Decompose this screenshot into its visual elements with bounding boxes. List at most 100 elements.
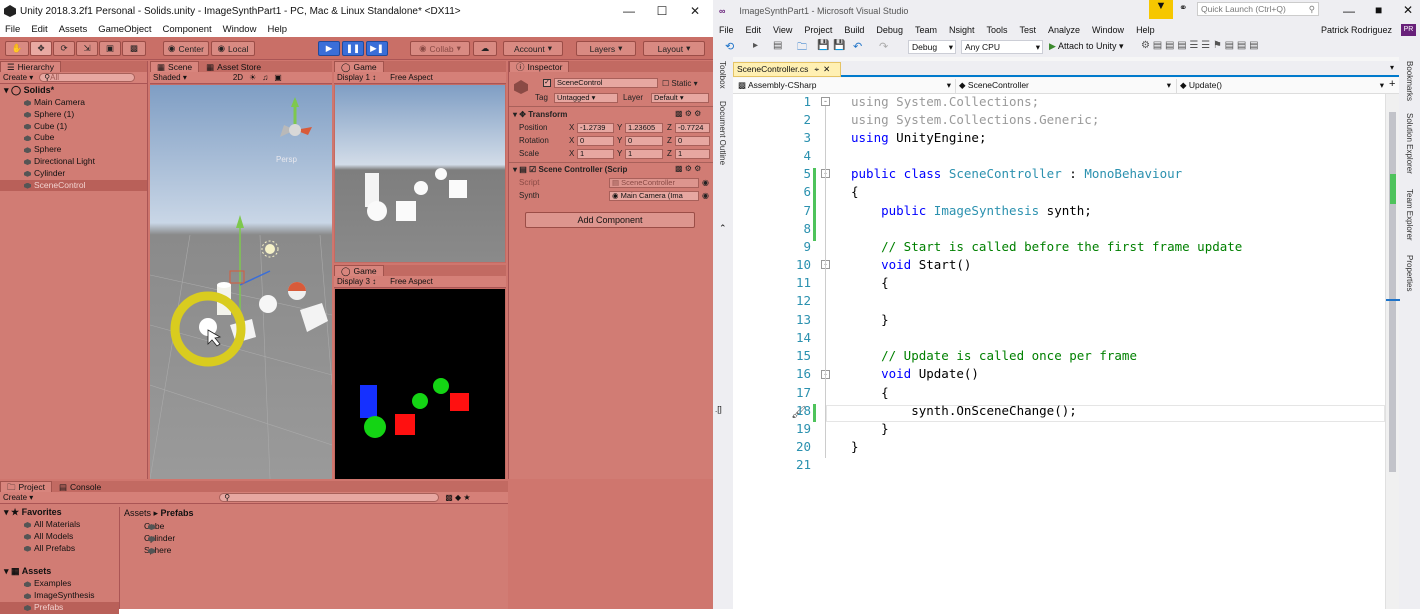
forward-icon[interactable]: ▸ — [753, 40, 758, 51]
split-icon[interactable]: + — [1389, 78, 1395, 90]
maximize-icon[interactable]: ■ — [1375, 3, 1382, 17]
asset-folder[interactable]: Examples — [0, 578, 119, 590]
platform-dropdown[interactable]: Any CPU ▾ — [961, 40, 1043, 54]
audio-icon[interactable]: ♫ — [262, 73, 268, 82]
breadcrumb-root[interactable]: Assets — [124, 508, 151, 518]
pivot-center-button[interactable]: ◉ Center — [163, 41, 209, 56]
bookmarks-tab[interactable]: Bookmarks — [1405, 61, 1414, 101]
asset-folder-selected[interactable]: Prefabs — [0, 601, 119, 614]
menu-gameobject[interactable]: GameObject — [93, 24, 157, 35]
effects-icon[interactable]: ▣ — [274, 73, 282, 82]
sphere-object[interactable] — [259, 295, 277, 313]
shading-dropdown[interactable]: Shaded ▾ — [153, 73, 187, 82]
lighting-icon[interactable]: ☀ — [249, 73, 256, 82]
active-checkbox[interactable]: ✓ — [543, 79, 551, 87]
favorite-item[interactable]: All Models — [0, 531, 119, 543]
hierarchy-item[interactable]: Main Camera — [0, 97, 147, 109]
pause-icon[interactable]: ❚❚ — [342, 41, 364, 56]
new-project-icon[interactable]: ▤ — [773, 40, 782, 51]
tab-project[interactable]: 🗀 Project — [0, 481, 52, 492]
collapse-icon[interactable]: ⌃ — [719, 223, 727, 234]
transform-header[interactable]: ▾ ✥ Transform — [513, 110, 567, 119]
close-icon[interactable]: ✕ — [678, 0, 712, 22]
tab-console[interactable]: ▤ Console — [51, 481, 109, 492]
vs-menu-help[interactable]: Help — [1130, 25, 1161, 35]
minimize-icon[interactable]: — — [1343, 4, 1355, 18]
vertical-scrollbar[interactable] — [1385, 94, 1400, 609]
quick-launch-input[interactable]: Quick Launch (Ctrl+Q) ⚲ — [1197, 2, 1319, 16]
menu-file[interactable]: File — [0, 24, 26, 35]
hierarchy-item[interactable]: Cube — [0, 132, 147, 144]
scale-tool-icon[interactable]: ⇲ — [76, 41, 98, 56]
display-dropdown[interactable]: Display 1 ↕ — [337, 73, 376, 82]
vs-menu-debug[interactable]: Debug — [870, 25, 909, 35]
filter-icons[interactable]: ▩ ◆ ★ — [445, 493, 470, 502]
scene-viewport[interactable]: Persp — [150, 85, 332, 479]
vs-menu-project[interactable]: Project — [798, 25, 838, 35]
vs-menu-window[interactable]: Window — [1086, 25, 1130, 35]
config-dropdown[interactable]: Debug ▾ — [908, 40, 956, 54]
class-dropdown[interactable]: ◆ SceneController ▾ — [955, 79, 1173, 93]
favorite-item[interactable]: All Prefabs — [0, 543, 119, 555]
aspect-dropdown[interactable]: Free Aspect — [390, 73, 433, 82]
filter-icon[interactable]: ▼ — [1149, 0, 1173, 19]
hand-tool-icon[interactable]: ✋ — [5, 41, 29, 56]
save-all-icon[interactable]: 💾 — [833, 40, 845, 51]
tab-hierarchy[interactable]: ☰ Hierarchy — [0, 61, 61, 72]
account-dropdown[interactable]: Account ▾ — [503, 41, 563, 56]
properties-tab[interactable]: Properties — [1405, 255, 1414, 291]
component-menu-icons[interactable]: ▩ ⚙ ⚙ — [675, 164, 701, 173]
minimize-icon[interactable]: — — [612, 0, 646, 22]
close-icon[interactable]: ✕ — [1403, 3, 1413, 17]
collab-button[interactable]: ◉ Collab ▾ — [410, 41, 470, 56]
vs-menu-file[interactable]: File — [713, 25, 740, 35]
rotation-y-field[interactable]: 0 — [625, 136, 663, 146]
tab-inspector[interactable]: ⓘ Inspector — [509, 61, 570, 72]
component-menu-icons[interactable]: ▩ ⚙ ⚙ — [675, 109, 701, 118]
hierarchy-item[interactable]: Cylinder — [0, 168, 147, 180]
vs-menu-tools[interactable]: Tools — [980, 25, 1013, 35]
menu-edit[interactable]: Edit — [26, 24, 53, 35]
back-icon[interactable]: ⟲ — [725, 40, 734, 53]
gameobject-name-input[interactable]: SceneControl — [554, 78, 658, 88]
project-search-input[interactable]: ⚲ — [219, 493, 440, 502]
display-dropdown[interactable]: Display 3 ↕ — [337, 277, 376, 286]
breadcrumb-leaf[interactable]: Prefabs — [161, 508, 194, 518]
feedback-icon[interactable]: ⚭ — [1179, 3, 1187, 14]
menu-help[interactable]: Help — [262, 24, 293, 35]
menu-window[interactable]: Window — [218, 24, 263, 35]
tag-dropdown[interactable]: Untagged ▾ — [554, 93, 618, 103]
vs-menu-view[interactable]: View — [767, 25, 798, 35]
team-explorer-tab[interactable]: Team Explorer — [1405, 189, 1414, 241]
scale-z-field[interactable]: 1 — [675, 149, 710, 159]
layout-dropdown[interactable]: Layout ▾ — [643, 41, 705, 56]
prefab-item[interactable]: Cylinder — [124, 533, 244, 545]
pivot-local-button[interactable]: ◉ Local — [211, 41, 255, 56]
hierarchy-item-selected[interactable]: SceneControl — [0, 179, 147, 192]
open-icon[interactable]: 🗀 — [797, 40, 807, 57]
move-tool-icon[interactable]: ✥ — [30, 41, 52, 56]
undo-icon[interactable]: ↶ — [853, 40, 862, 53]
hierarchy-search-input[interactable]: ⚲All — [39, 73, 136, 82]
tab-game-2[interactable]: ◯ Game — [334, 265, 384, 276]
hierarchy-item[interactable]: Cube (1) — [0, 121, 147, 133]
code-editor[interactable]: 🖌 - - - - 1 2 3 4 5 6 7 8 9 10 11 12 13 … — [733, 94, 1400, 609]
rotation-x-field[interactable]: 0 — [577, 136, 614, 146]
vs-menu-test[interactable]: Test — [1014, 25, 1043, 35]
target-icon[interactable]: ◉ — [702, 191, 709, 200]
favorite-item[interactable]: All Materials — [0, 519, 119, 531]
aspect-dropdown[interactable]: Free Aspect — [390, 277, 433, 286]
prefab-item[interactable]: Cube — [124, 521, 244, 533]
vs-menu-nsight[interactable]: Nsight — [943, 25, 981, 35]
prefab-item[interactable]: Sphere — [124, 545, 244, 557]
vs-menu-edit[interactable]: Edit — [740, 25, 768, 35]
scale-y-field[interactable]: 1 — [625, 149, 663, 159]
add-component-button[interactable]: Add Component — [525, 212, 695, 228]
avatar[interactable]: PR — [1401, 24, 1416, 36]
scrollbar-thumb[interactable] — [1389, 112, 1396, 472]
target-icon[interactable]: ◉ — [702, 178, 709, 187]
toolbox-tab[interactable]: Toolbox — [718, 61, 727, 89]
synth-field[interactable]: ◉ Main Camera (Ima — [609, 191, 699, 201]
member-dropdown[interactable]: ◆ Update() ▾ — [1176, 79, 1386, 93]
rotate-tool-icon[interactable]: ⟳ — [53, 41, 75, 56]
